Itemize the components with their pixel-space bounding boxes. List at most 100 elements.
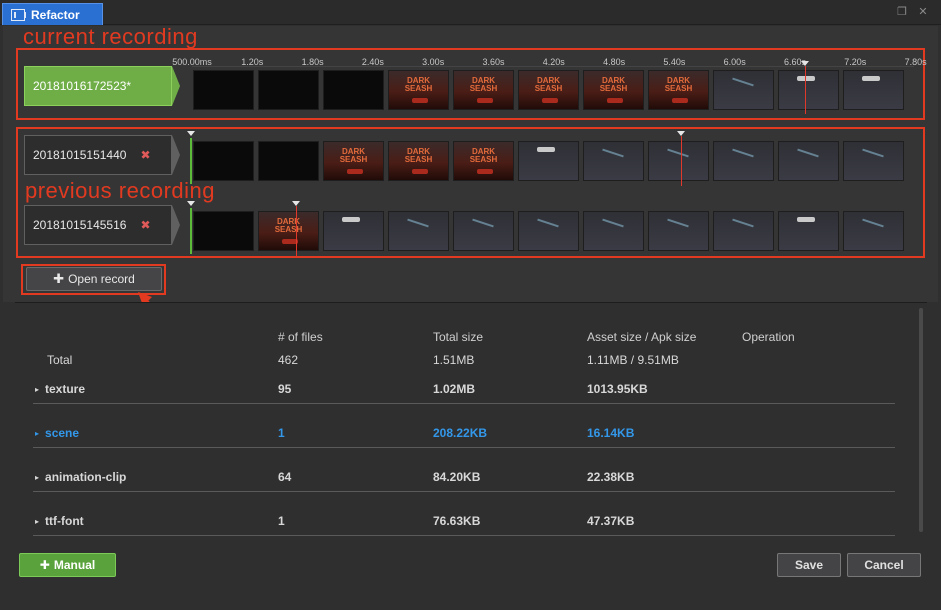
asset-category-row[interactable]: ▸ ttf-font (35, 514, 84, 528)
frame-thumbnail[interactable] (518, 70, 579, 110)
current-recording-annotation: current recording (23, 24, 198, 49)
frame-thumbnail[interactable] (843, 211, 904, 251)
frame-thumbnail[interactable] (323, 70, 384, 110)
frame-thumbnail[interactable] (323, 141, 384, 181)
tab-refactor[interactable]: Refactor (2, 3, 103, 25)
frame-thumbnail[interactable] (778, 141, 839, 181)
tab-title: Refactor (31, 7, 80, 22)
total-asset-size: 1.11MB / 9.51MB (587, 353, 679, 367)
header-total-size: Total size (433, 330, 484, 344)
remove-recording-icon[interactable]: ✖ (140, 148, 150, 162)
recording-previous-2-frames[interactable] (193, 211, 904, 251)
frame-thumbnail[interactable] (843, 141, 904, 181)
frame-thumbnail[interactable] (453, 211, 514, 251)
frame-thumbnail[interactable] (713, 141, 774, 181)
frame-thumbnail[interactable] (713, 70, 774, 110)
playhead-line (805, 66, 806, 114)
frame-thumbnail[interactable] (583, 141, 644, 181)
sync-start-line (190, 138, 192, 184)
frame-thumbnail[interactable] (193, 70, 254, 110)
expand-triangle-icon[interactable]: ▸ (35, 429, 39, 438)
playhead-line (296, 206, 297, 256)
open-record-label: Open record (68, 272, 135, 286)
frame-thumbnail[interactable] (778, 70, 839, 110)
row-separator (33, 491, 895, 492)
header-operation: Operation (742, 330, 795, 344)
recording-label: 20181016172523* (33, 79, 132, 93)
asset-files-cell: 1 (278, 426, 285, 440)
start-marker[interactable] (187, 131, 195, 136)
frame-thumbnail[interactable] (258, 141, 319, 181)
frame-thumbnail[interactable] (388, 70, 449, 110)
frame-thumbnail[interactable] (323, 211, 384, 251)
expand-triangle-icon[interactable]: ▸ (35, 473, 39, 482)
frame-thumbnail[interactable] (258, 211, 319, 251)
row-separator (33, 403, 895, 404)
recording-previous-1[interactable]: 20181015151440 ✖ (24, 135, 172, 175)
frame-thumbnail[interactable] (388, 211, 449, 251)
frame-thumbnail[interactable] (648, 70, 709, 110)
frame-thumbnail[interactable] (193, 211, 254, 251)
row-separator (33, 535, 895, 536)
frame-thumbnail[interactable] (388, 141, 449, 181)
table-scrollbar[interactable] (919, 308, 923, 532)
recording-pointer (172, 205, 180, 245)
frame-thumbnail[interactable] (193, 141, 254, 181)
recording-label: 20181015145516 (33, 218, 127, 232)
frame-thumbnail[interactable] (648, 141, 709, 181)
asset-total-cell: 84.20KB (433, 470, 481, 484)
expand-triangle-icon[interactable]: ▸ (35, 517, 39, 526)
plus-icon: ✚ (53, 271, 65, 286)
frame-thumbnail[interactable] (453, 70, 514, 110)
asset-files-cell: 95 (278, 382, 292, 396)
frame-thumbnail[interactable] (713, 211, 774, 251)
asset-asset-cell: 22.38KB (587, 470, 635, 484)
asset-category-label: ttf-font (45, 514, 84, 528)
total-label: Total (47, 353, 73, 367)
restore-window-icon[interactable]: ❐ (896, 6, 908, 18)
plus-icon: ✚ (39, 558, 50, 572)
refactor-panel-icon (11, 8, 26, 21)
expand-triangle-icon[interactable]: ▸ (35, 385, 39, 394)
recording-current-pointer (172, 66, 180, 106)
manual-button[interactable]: ✚ Manual (19, 553, 116, 577)
recording-previous-2[interactable]: 20181015145516 ✖ (24, 205, 172, 245)
asset-category-row[interactable]: ▸ scene (35, 426, 79, 440)
frame-thumbnail[interactable] (583, 211, 644, 251)
asset-category-row[interactable]: ▸ animation-clip (35, 470, 126, 484)
previous-recording-annotation: previous recording (25, 178, 215, 203)
frame-thumbnail[interactable] (453, 141, 514, 181)
recording-previous-1-frames[interactable] (193, 141, 904, 181)
header-files: # of files (278, 330, 323, 344)
frame-thumbnail[interactable] (778, 211, 839, 251)
asset-total-cell: 208.22KB (433, 426, 488, 440)
close-window-icon[interactable]: ✕ (917, 6, 929, 18)
recording-current[interactable]: 20181016172523* (24, 66, 172, 106)
asset-asset-cell: 1013.95KB (587, 382, 648, 396)
asset-total-cell: 1.02MB (433, 382, 476, 396)
cancel-label: Cancel (864, 558, 904, 572)
header-asset-size: Asset size / Apk size (587, 330, 697, 344)
cancel-button[interactable]: Cancel (847, 553, 921, 577)
frame-thumbnail[interactable] (518, 141, 579, 181)
frame-thumbnail[interactable] (518, 211, 579, 251)
frame-thumbnail[interactable] (583, 70, 644, 110)
recording-current-frames[interactable] (193, 70, 904, 110)
remove-recording-icon[interactable]: ✖ (140, 218, 150, 232)
asset-asset-cell: 16.14KB (587, 426, 635, 440)
recording-pointer (172, 135, 180, 175)
frame-thumbnail[interactable] (843, 70, 904, 110)
asset-category-label: texture (45, 382, 86, 396)
frame-thumbnail[interactable] (258, 70, 319, 110)
row-separator (33, 447, 895, 448)
save-label: Save (794, 558, 824, 572)
save-button[interactable]: Save (777, 553, 841, 577)
asset-files-cell: 64 (278, 470, 292, 484)
frame-thumbnail[interactable] (648, 211, 709, 251)
title-bar: Refactor ❐ ✕ (0, 0, 941, 25)
asset-files-cell: 1 (278, 514, 285, 528)
recording-label: 20181015151440 (33, 148, 127, 162)
start-marker[interactable] (187, 201, 195, 206)
asset-category-row[interactable]: ▸ texture (35, 382, 85, 396)
open-record-button[interactable]: ✚ Open record (26, 267, 162, 291)
